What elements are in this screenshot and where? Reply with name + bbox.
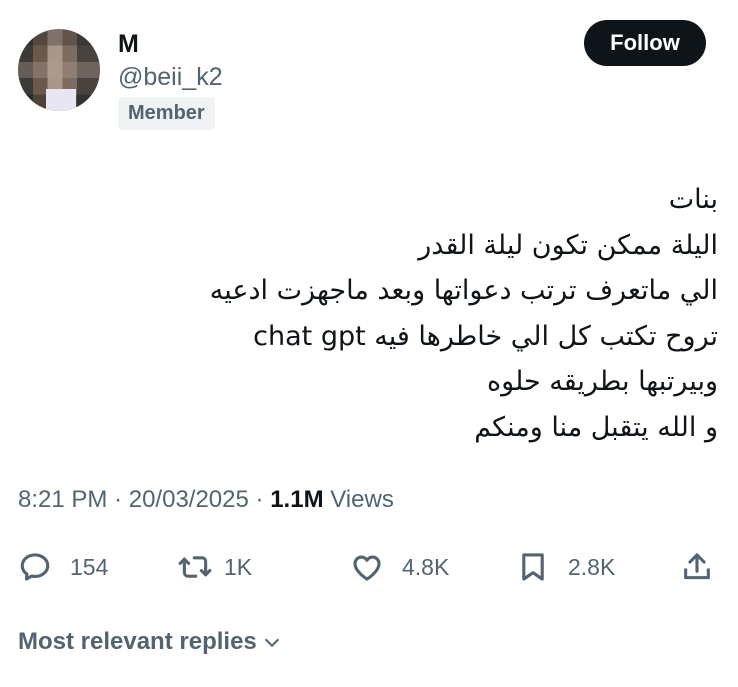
replies-sort-selector[interactable]: Most relevant replies <box>18 628 283 656</box>
like-count: 4.8K <box>402 553 450 580</box>
action-bar: 154 1K 4.8K 2.8K <box>0 545 738 589</box>
tweet-line: بنات <box>668 184 718 215</box>
meta-separator: · <box>255 486 264 513</box>
member-badge: Member <box>118 97 215 130</box>
tweet-text: بنات اليلة ممكن تكون ليلة القدر الي ماتع… <box>38 177 718 450</box>
reply-icon <box>20 553 50 581</box>
bookmark-icon <box>522 553 544 581</box>
tweet-line: تروح تكتب كل الي خاطرها فيه chat gpt <box>253 320 718 352</box>
reply-button[interactable]: 154 <box>18 545 108 589</box>
tweet-line: الي ماتعرف ترتب دعواتها وبعد ماجهزت ادعي… <box>209 275 718 306</box>
heart-icon <box>353 555 381 581</box>
author-display-name[interactable]: M <box>118 30 139 59</box>
avatar[interactable] <box>18 29 100 111</box>
author-handle[interactable]: @beii_k2 <box>118 63 223 92</box>
tweet-time[interactable]: 8:21 PM <box>18 486 107 513</box>
repost-button[interactable]: 1K <box>178 545 252 589</box>
avatar-shirt <box>46 89 76 111</box>
repost-count: 1K <box>224 553 253 580</box>
tweet-line: و الله يتقبل منا ومنكم <box>474 411 718 443</box>
share-icon <box>684 553 710 580</box>
tweet-line: وبيرتبها بطريقه حلوه <box>486 366 718 397</box>
bookmark-count: 2.8K <box>568 553 616 580</box>
tweet-date[interactable]: 20/03/2025 <box>129 486 249 513</box>
tweet-meta: 8:21 PM · 20/03/2025 · 1.1M Views <box>18 486 394 514</box>
bookmark-button[interactable]: 2.8K <box>516 545 615 589</box>
tweet-line: اليلة ممكن تكون ليلة القدر <box>418 229 718 261</box>
chevron-down-icon <box>264 638 279 648</box>
views-count: 1.1M <box>270 486 324 513</box>
like-button[interactable]: 4.8K <box>350 545 449 589</box>
reply-count: 154 <box>70 553 109 580</box>
repost-icon <box>178 556 212 578</box>
follow-button[interactable]: Follow <box>584 20 706 66</box>
meta-separator: · <box>114 486 123 513</box>
share-button[interactable] <box>680 545 714 589</box>
views-label: Views <box>330 486 394 513</box>
replies-sort-label: Most relevant replies <box>18 628 257 655</box>
